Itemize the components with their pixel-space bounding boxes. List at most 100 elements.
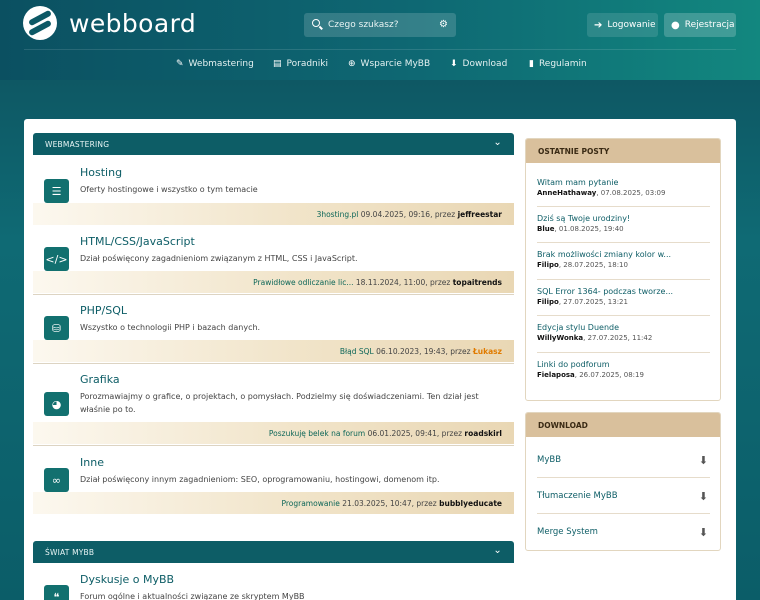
nav-item-webmastering[interactable]: ✎ Webmastering <box>176 59 254 69</box>
last-post-user[interactable]: roadskirl <box>464 429 502 438</box>
search-input[interactable] <box>328 17 428 33</box>
post-title[interactable]: Linki do podforum <box>537 360 710 369</box>
post-date: 28.07.2025, 18:10 <box>563 261 628 269</box>
download-icon[interactable]: ⬇ <box>699 526 708 539</box>
category-title: ŚWIAT MYBB <box>45 547 95 557</box>
latest-posts-header: OSTATNIE POSTY <box>526 139 720 163</box>
nav-item-regulamin[interactable]: ▮ Regulamin <box>529 59 587 69</box>
post-user[interactable]: WillyWonka <box>537 334 583 342</box>
download-icon[interactable]: ⬇ <box>699 490 708 503</box>
database-icon: ⛁ <box>44 316 69 340</box>
forum-row[interactable]: ◕ Grafika Porozmawiajmy o grafice, o pro… <box>33 364 514 446</box>
document-icon: ▤ <box>273 59 282 69</box>
chevron-down-icon[interactable]: ⌄ <box>493 545 502 556</box>
forum-row[interactable]: ☰ Hosting Oferty hostingowe i wszystko o… <box>33 155 514 225</box>
register-label: Rejestracja <box>684 20 735 30</box>
last-topic-link[interactable]: Prawidłowe odliczanie lic... <box>253 278 353 287</box>
last-post-meta: 21.03.2025, 10:47, przez <box>342 498 437 508</box>
nav-item-download[interactable]: ⬇ Download <box>450 59 507 69</box>
forum-row[interactable]: ⛁ PHP/SQL Wszystko o technologii PHP i b… <box>33 295 514 364</box>
post-title[interactable]: Edycja stylu Duende <box>537 323 710 332</box>
latest-post-item[interactable]: SQL Error 1364- podczas tworze... Filipo… <box>537 287 710 306</box>
nav-item-wsparcie[interactable]: ⊕ Wsparcie MyBB <box>348 59 430 69</box>
logo-text: webboard <box>69 8 197 38</box>
forum-title[interactable]: HTML/CSS/JavaScript <box>80 235 195 248</box>
last-topic-link[interactable]: Błąd SQL <box>340 347 374 356</box>
post-user[interactable]: Blue <box>537 225 554 233</box>
infinity-icon: ∞ <box>44 468 69 492</box>
lifebuoy-icon: ⊕ <box>348 59 356 69</box>
post-date: 01.08.2025, 19:40 <box>558 225 624 233</box>
forum-row[interactable]: ∞ Inne Dział poświęcony innym zagadnieni… <box>33 446 514 517</box>
register-button[interactable]: ● Rejestracja <box>664 13 736 37</box>
search-box: ⚙ <box>304 13 456 37</box>
post-user[interactable]: AnneHathaway <box>537 189 596 197</box>
wrench-icon: ✎ <box>176 59 184 69</box>
post-date: 07.08.2025, 03:09 <box>600 189 666 197</box>
last-post-meta: 06.01.2025, 09:41, przez <box>367 428 463 438</box>
server-icon: ☰ <box>44 179 69 203</box>
post-user[interactable]: Fielaposa <box>537 371 575 379</box>
palette-icon: ◕ <box>44 392 69 416</box>
forum-last-post: 3hosting.pl 09.04.2025, 09:16, przez jef… <box>33 203 514 225</box>
category-header[interactable]: WEBMASTERING ⌄ <box>33 133 514 155</box>
post-meta: WillyWonka, 27.07.2025, 11:42 <box>537 334 653 342</box>
download-header: DOWNLOAD <box>526 413 720 437</box>
post-meta: Fielaposa, 26.07.2025, 08:19 <box>537 371 644 379</box>
download-item[interactable]: MyBB ⬇ <box>537 442 710 478</box>
download-label[interactable]: Merge System <box>537 527 598 537</box>
divider <box>537 315 710 316</box>
post-user[interactable]: Filipo <box>537 261 559 269</box>
post-title[interactable]: Dziś są Twoje urodziny! <box>537 214 710 223</box>
last-topic-link[interactable]: Programowanie <box>281 499 339 508</box>
download-item[interactable]: Tłumaczenie MyBB ⬇ <box>537 478 710 514</box>
latest-post-item[interactable]: Brak możliwości zmiany kolor w... Filipo… <box>537 250 710 269</box>
chevron-down-icon[interactable]: ⌄ <box>493 137 502 148</box>
forum-row[interactable]: ❝ Dyskusje o MyBB Forum ogólne i aktualn… <box>33 563 514 600</box>
forum-title[interactable]: Hosting <box>80 166 122 179</box>
chat-icon: ❝ <box>44 585 69 600</box>
category-header[interactable]: ŚWIAT MYBB ⌄ <box>33 541 514 563</box>
last-post-user[interactable]: bubblyeducate <box>439 499 502 508</box>
latest-post-item[interactable]: Dziś są Twoje urodziny! Blue, 01.08.2025… <box>537 214 710 233</box>
logo[interactable]: webboard <box>23 6 196 40</box>
forum-last-post: Programowanie 21.03.2025, 10:47, przez b… <box>33 492 514 514</box>
post-title[interactable]: Brak możliwości zmiany kolor w... <box>537 250 710 259</box>
post-meta: AnneHathaway, 07.08.2025, 03:09 <box>537 189 666 197</box>
login-button[interactable]: ➔ Logowanie <box>587 13 658 37</box>
download-panel: DOWNLOAD MyBB ⬇ Tłumaczenie MyBB ⬇ Merge… <box>525 412 721 551</box>
bookmark-icon: ▮ <box>529 59 534 69</box>
category-webmastering: WEBMASTERING ⌄ ☰ Hosting Oferty hostingo… <box>33 133 514 517</box>
post-user[interactable]: Filipo <box>537 298 559 306</box>
last-topic-link[interactable]: Poszukuję belek na forum <box>269 429 365 438</box>
category-swiat-mybb: ŚWIAT MYBB ⌄ ❝ Dyskusje o MyBB Forum ogó… <box>33 541 514 600</box>
forum-description: Porozmawiajmy o grafice, o projektach, o… <box>80 392 479 414</box>
search-icon[interactable] <box>312 19 320 27</box>
forum-row[interactable]: </> HTML/CSS/JavaScript Dział poświęcony… <box>33 225 514 295</box>
post-meta: Filipo, 28.07.2025, 18:10 <box>537 261 628 269</box>
forum-title[interactable]: Dyskusje o MyBB <box>80 573 174 586</box>
download-label[interactable]: MyBB <box>537 455 561 465</box>
latest-posts-panel: OSTATNIE POSTY Witam mam pytanie AnneHat… <box>525 138 721 401</box>
gear-icon[interactable]: ⚙ <box>439 19 448 31</box>
nav-label: Webmastering <box>188 59 254 69</box>
nav-label: Download <box>462 59 508 69</box>
divider <box>537 279 710 280</box>
download-icon[interactable]: ⬇ <box>699 454 708 467</box>
latest-post-item[interactable]: Witam mam pytanie AnneHathaway, 07.08.20… <box>537 178 710 197</box>
forum-title[interactable]: Grafika <box>80 373 120 386</box>
last-post-user[interactable]: jeffreestar <box>458 210 502 219</box>
nav-item-poradniki[interactable]: ▤ Poradniki <box>273 59 328 69</box>
last-topic-link[interactable]: 3hosting.pl <box>317 210 359 219</box>
post-title[interactable]: SQL Error 1364- podczas tworze... <box>537 287 710 296</box>
latest-post-item[interactable]: Linki do podforum Fielaposa, 26.07.2025,… <box>537 360 710 379</box>
download-label[interactable]: Tłumaczenie MyBB <box>537 491 618 501</box>
forum-last-post: Błąd SQL 06.10.2023, 19:43, przez Łukasz <box>33 340 514 362</box>
latest-post-item[interactable]: Edycja stylu Duende WillyWonka, 27.07.20… <box>537 323 710 342</box>
forum-title[interactable]: Inne <box>80 456 104 469</box>
forum-title[interactable]: PHP/SQL <box>80 304 127 317</box>
last-post-user[interactable]: topaitrends <box>453 278 502 287</box>
last-post-user[interactable]: Łukasz <box>473 347 502 356</box>
post-title[interactable]: Witam mam pytanie <box>537 178 710 187</box>
download-item[interactable]: Merge System ⬇ <box>537 514 710 550</box>
